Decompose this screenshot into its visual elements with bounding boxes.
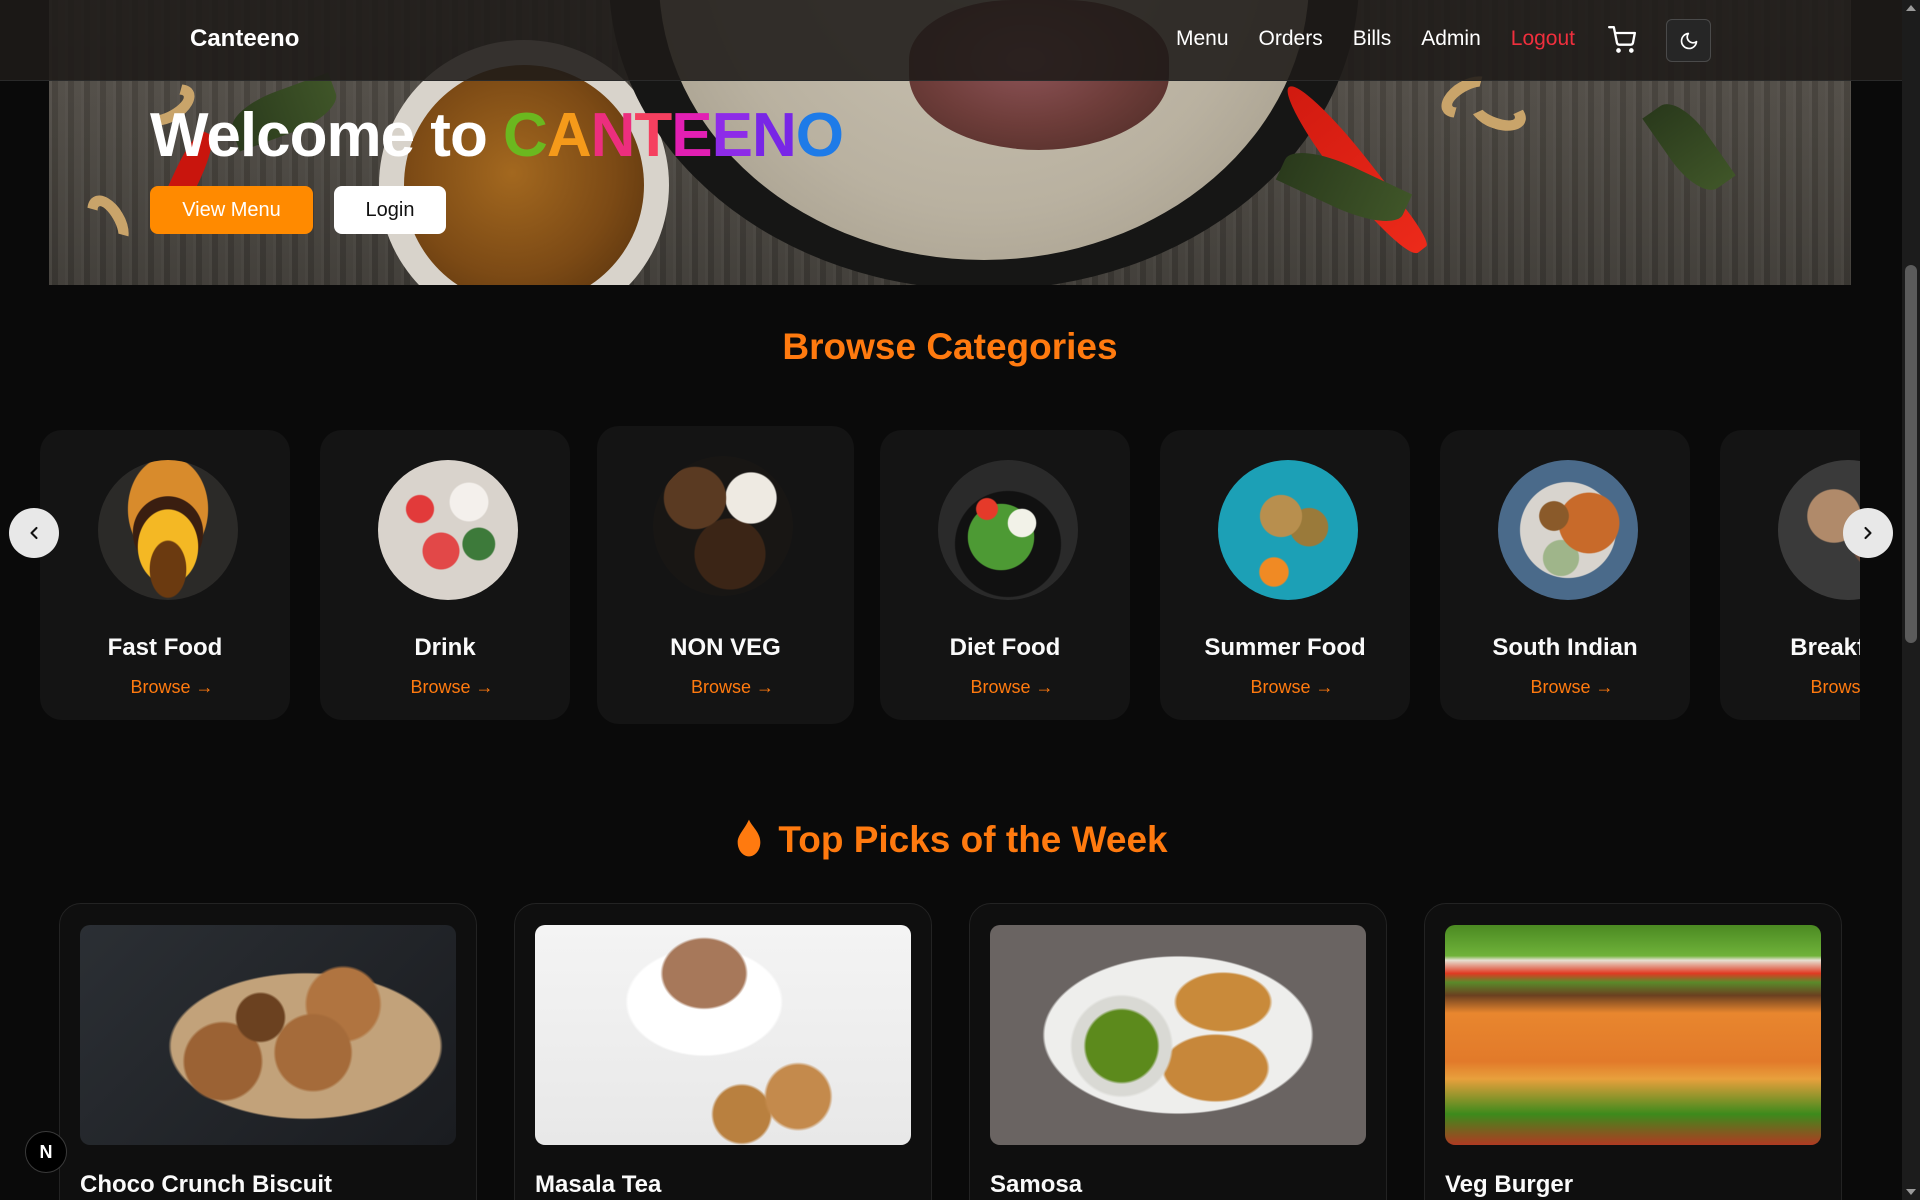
pick-image-samosa (990, 925, 1366, 1145)
hero-actions: View Menu Login (150, 186, 446, 234)
category-browse-link[interactable]: Browse → (1720, 677, 1860, 698)
category-browse-link[interactable]: Browse → (40, 677, 290, 698)
category-name: Summer Food (1204, 634, 1366, 661)
category-name: Diet Food (949, 634, 1061, 661)
category-image-summer-food (1218, 460, 1358, 600)
category-carousel: Fast Food Browse → Drink Browse → NON VE… (40, 420, 1860, 740)
carousel-next-button[interactable] (1843, 508, 1893, 558)
category-name: South Indian (1492, 634, 1638, 661)
category-image-drink (378, 460, 518, 600)
scrollbar-thumb[interactable] (1905, 265, 1917, 643)
nav-link-menu[interactable]: Menu (1176, 27, 1229, 51)
view-menu-button[interactable]: View Menu (150, 186, 313, 234)
scroll-up-icon[interactable] (1905, 3, 1917, 13)
category-browse-link[interactable]: Browse → (597, 677, 854, 698)
nav-link-orders[interactable]: Orders (1259, 27, 1323, 51)
nav-link-logout[interactable]: Logout (1511, 27, 1575, 51)
top-picks-title-text: Top Picks of the Week (778, 819, 1168, 860)
category-image-non-veg (653, 456, 793, 596)
flame-icon (738, 819, 761, 857)
shopping-cart-icon[interactable] (1608, 26, 1636, 54)
category-card[interactable]: Diet Food Browse → (880, 430, 1130, 720)
nav-link-bills[interactable]: Bills (1353, 27, 1392, 51)
hero-brand-letter: N (590, 101, 636, 170)
pick-name: Choco Crunch Biscuit (80, 1171, 333, 1198)
category-browse-link[interactable]: Browse → (1440, 677, 1690, 698)
pick-image-masala-tea (535, 925, 911, 1145)
category-browse-link[interactable]: Browse → (320, 677, 570, 698)
hero-brand-word: CANTEENO (503, 101, 844, 170)
category-card[interactable]: Drink Browse → (320, 430, 570, 720)
nextjs-dev-badge[interactable]: N (25, 1131, 67, 1173)
scroll-down-icon[interactable] (1905, 1187, 1917, 1197)
category-card[interactable]: NON VEG Browse → (597, 426, 854, 724)
category-card[interactable]: Summer Food Browse → (1160, 430, 1410, 720)
pick-card[interactable]: Choco Crunch Biscuit (59, 903, 477, 1200)
top-picks-title: Top Picks of the Week (0, 818, 1900, 861)
category-name: Breakfast (1790, 634, 1860, 661)
hero-brand-letter: N (751, 101, 797, 170)
category-browse-link[interactable]: Browse → (880, 677, 1130, 698)
pick-name: Samosa (990, 1171, 1083, 1198)
carousel-prev-button[interactable] (9, 508, 59, 558)
pick-name: Veg Burger (1445, 1171, 1574, 1198)
hero-decoration (78, 188, 138, 256)
pick-card[interactable]: Masala Tea (514, 903, 932, 1200)
hero-brand-letter: C (503, 101, 548, 170)
category-image-diet-food (938, 460, 1078, 600)
theme-toggle-button[interactable] (1666, 19, 1711, 62)
nav-link-admin[interactable]: Admin (1421, 27, 1481, 51)
chevron-left-icon (30, 526, 38, 540)
category-card[interactable]: Breakfast Browse → (1720, 430, 1860, 720)
hero-decoration (1642, 93, 1736, 201)
category-name: Drink (414, 634, 476, 661)
chevron-right-icon (1864, 526, 1872, 540)
hero-title: Welcome to CANTEENO (150, 100, 844, 171)
pick-image-choco-crunch-biscuit (80, 925, 456, 1145)
hero-brand-letter: E (671, 101, 712, 170)
pick-card[interactable]: Veg Burger (1424, 903, 1842, 1200)
login-button[interactable]: Login (334, 186, 446, 234)
nav-links: Menu Orders Bills Admin Logout (1176, 27, 1575, 51)
category-card[interactable]: South Indian Browse → (1440, 430, 1690, 720)
pick-name: Masala Tea (535, 1171, 662, 1198)
hero-brand-letter: T (634, 101, 672, 170)
moon-icon (1680, 32, 1697, 49)
category-card[interactable]: Fast Food Browse → (40, 430, 290, 720)
navbar: Canteeno Menu Orders Bills Admin Logout (0, 0, 1920, 81)
pick-card[interactable]: Samosa (969, 903, 1387, 1200)
category-name: Fast Food (107, 634, 223, 661)
page: Welcome to CANTEENO View Menu Login Cant… (0, 0, 1920, 1200)
hero-title-prefix: Welcome to (150, 101, 488, 170)
categories-title: Browse Categories (782, 326, 1118, 367)
brand-logo[interactable]: Canteeno (190, 25, 299, 53)
category-browse-link[interactable]: Browse → (1160, 677, 1410, 698)
pick-image-veg-burger (1445, 925, 1821, 1145)
hero-brand-letter: O (795, 101, 844, 170)
category-image-south-indian (1498, 460, 1638, 600)
hero-brand-letter: E (711, 101, 753, 170)
category-image-fast-food (98, 460, 238, 600)
hero-brand-letter: A (546, 101, 592, 170)
category-name: NON VEG (670, 634, 781, 661)
